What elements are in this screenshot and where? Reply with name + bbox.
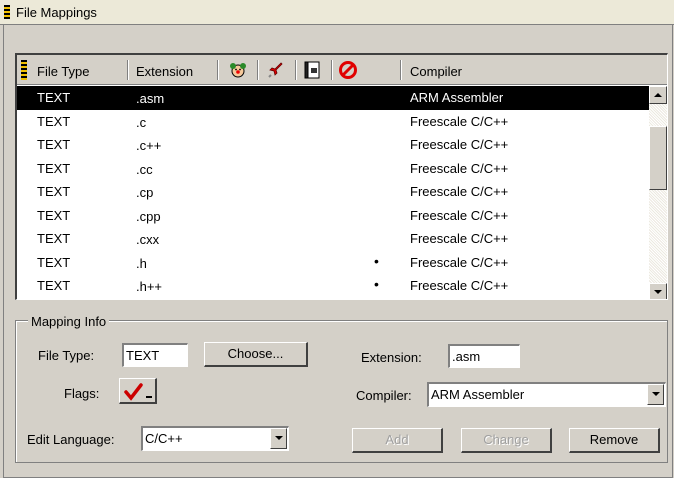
arrow-down-icon [654, 290, 662, 294]
column-header-extension[interactable]: Extension [136, 64, 193, 79]
cell-extension: .cxx [136, 232, 160, 247]
flags-label: Flags: [64, 386, 100, 401]
cell-extension: .cpp [136, 208, 161, 224]
cell-compiler: Freescale C/C++ [410, 184, 509, 199]
cell-extension: .cc [136, 161, 153, 177]
cell-extension: .c++ [136, 138, 162, 153]
file-type-label: File Type: [38, 348, 95, 363]
column-separator[interactable] [400, 60, 402, 80]
table-row[interactable]: TEXT .cc Freescale C/C++ [17, 157, 649, 181]
cell-compiler: Freescale C/C++ [410, 278, 509, 293]
table-row[interactable]: TEXT .h • Freescale C/C++ [17, 251, 649, 275]
flags-button[interactable] [119, 378, 157, 404]
vertical-scrollbar[interactable] [649, 86, 667, 299]
cell-extension: .h++ [136, 279, 163, 294]
extension-label: Extension: [361, 350, 422, 365]
chevron-down-icon[interactable] [647, 384, 664, 405]
scroll-up-button[interactable] [649, 86, 667, 104]
cell-file-type: TEXT [37, 184, 71, 199]
cell-extension: .cp [136, 185, 154, 200]
title-bar: File Mappings [0, 0, 674, 25]
cell-file-type: TEXT [37, 254, 71, 270]
column-separator[interactable] [295, 60, 297, 80]
clown-face-icon[interactable] [227, 59, 249, 81]
document-icon[interactable] [301, 59, 323, 81]
compiler-label: Compiler: [356, 388, 412, 403]
edit-language-label: Edit Language: [27, 432, 115, 447]
column-separator[interactable] [127, 60, 129, 80]
cell-file-type: TEXT [37, 137, 71, 152]
table-row[interactable]: TEXT .cp Freescale C/C++ [17, 180, 649, 204]
cell-extension: .c [136, 114, 147, 130]
cell-compiler: Freescale C/C++ [410, 231, 509, 246]
scroll-down-button[interactable] [649, 283, 667, 299]
list-rows: TEXT .asm ARM Assembler TEXT .c Freescale C/C… [17, 86, 649, 298]
compiler-select[interactable]: ARM Assembler [427, 382, 666, 407]
column-separator[interactable] [331, 60, 333, 80]
file-type-field[interactable]: TEXT [122, 343, 188, 367]
mapping-info-legend: Mapping Info [28, 314, 110, 329]
table-row[interactable]: TEXT .cxx Freescale C/C++ [17, 227, 649, 251]
choose-button[interactable]: Choose... [204, 342, 308, 367]
extension-field[interactable]: .asm [448, 344, 520, 368]
rocket-icon[interactable] [265, 59, 287, 81]
cell-file-type: TEXT [37, 207, 71, 223]
arrow-up-icon [654, 93, 662, 97]
cell-extension: .asm [136, 91, 165, 106]
table-row[interactable]: TEXT .c Freescale C/C++ [17, 110, 649, 134]
file-mappings-list[interactable]: File Type Extension Compiler TEXT .asm A… [15, 53, 668, 300]
table-row[interactable]: TEXT .h++ • Freescale C/C++ [17, 274, 649, 298]
edit-language-select-value: C/C++ [141, 426, 289, 451]
table-row[interactable]: TEXT .asm ARM Assembler [17, 86, 649, 110]
grip-icon [4, 5, 10, 19]
column-grip-icon [21, 60, 27, 80]
add-button[interactable]: Add [352, 428, 443, 453]
cell-compiler: Freescale C/C++ [410, 254, 509, 270]
chevron-down-icon[interactable] [270, 428, 287, 449]
remove-button[interactable]: Remove [569, 428, 660, 453]
column-header-file-type[interactable]: File Type [37, 64, 90, 79]
cell-compiler: Freescale C/C++ [410, 113, 509, 129]
cell-compiler: Freescale C/C++ [410, 160, 509, 176]
cell-compiler: Freescale C/C++ [410, 137, 509, 152]
change-button[interactable]: Change [461, 428, 552, 453]
edit-language-select[interactable]: C/C++ [141, 426, 289, 451]
cell-compiler: Freescale C/C++ [410, 207, 509, 223]
column-separator[interactable] [217, 60, 219, 80]
column-separator[interactable] [257, 60, 259, 80]
cell-flag: • [374, 276, 379, 292]
scroll-thumb[interactable] [649, 126, 667, 190]
cell-file-type: TEXT [37, 278, 71, 293]
column-header-compiler[interactable]: Compiler [410, 64, 462, 79]
cell-compiler: ARM Assembler [410, 90, 504, 105]
cell-flag: • [374, 252, 379, 269]
list-header: File Type Extension Compiler [17, 55, 667, 85]
table-row[interactable]: TEXT .c++ Freescale C/C++ [17, 133, 649, 157]
prohibited-icon[interactable] [337, 59, 359, 81]
checkmark-dropdown-icon [124, 383, 152, 401]
cell-file-type: TEXT [37, 113, 71, 129]
cell-file-type: TEXT [37, 90, 71, 105]
cell-extension: .h [136, 255, 147, 271]
cell-file-type: TEXT [37, 160, 71, 176]
cell-file-type: TEXT [37, 231, 71, 246]
window-title: File Mappings [16, 5, 97, 20]
table-row[interactable]: TEXT .cpp Freescale C/C++ [17, 204, 649, 228]
compiler-select-value: ARM Assembler [427, 382, 666, 407]
